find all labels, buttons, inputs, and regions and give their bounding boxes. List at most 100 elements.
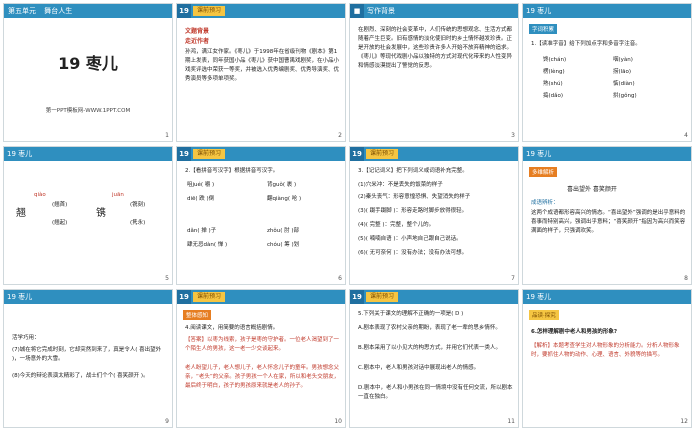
lesson-num: 19 <box>350 147 364 161</box>
lesson-num: 19 <box>177 4 191 18</box>
slide-5-header: 19 枣儿 <box>4 147 172 161</box>
lesson-num: 19 <box>177 290 191 304</box>
item: chóu( 筹 )划 <box>267 242 300 248</box>
header-title: 19 枣儿 <box>526 7 552 15</box>
page-number: 8 <box>684 275 688 282</box>
question-text: 3.【记记词义】把下列词义或词语补充完整。 <box>358 168 468 174</box>
page-number: 2 <box>338 132 342 139</box>
section-tag: 课前预习 <box>193 292 226 302</box>
slide-5[interactable]: 19 枣儿 qiào 翘 (翘首) (翘起) juān 镌 (镌刻) (隽永) … <box>3 146 173 285</box>
section-tag: 课前预习 <box>366 149 399 159</box>
item: 楞(lèng) <box>543 69 565 75</box>
item: 翻qiàng( 呛 ) <box>267 196 302 202</box>
page-number: 3 <box>511 132 515 139</box>
slide-10[interactable]: 19 课前预习 整体感知 4.阅读课文，用简要的语言概括剧情。 【答案】以枣为线… <box>176 289 346 428</box>
item: diē( 跌 )倒 <box>187 196 215 202</box>
item: 咀jué( 嚼 ) <box>187 182 215 188</box>
item: (3)( 蹑手蹑脚 )：形容走路时脚步放得很轻。 <box>358 208 468 214</box>
author-text: 孙鸿，满江女作家。《枣儿》于1998年在省级刊物《剧本》第1期上发表，同年获国小… <box>185 49 340 82</box>
slide-12[interactable]: 19 枣儿 品读·探究 6.怎样理解剧中老人和男孩的形象? 【解析】本题考查学生… <box>522 289 692 428</box>
section-tag: 课前预习 <box>366 292 399 302</box>
page-number: 12 <box>680 418 688 425</box>
option-b: B.剧本采用了以小见大的构思方式，并用它们代表一类人。 <box>358 345 502 351</box>
section-badge: 整体感知 <box>183 310 212 320</box>
slide-9[interactable]: 19 枣儿 活学巧用： (7)城在将它完成时刻，它却突然到来了，真是令人( 喜出… <box>3 289 173 428</box>
word: (隽永) <box>130 220 146 226</box>
slide-4-header: 19 枣儿 <box>523 4 691 18</box>
section-tag: 课前预习 <box>193 149 226 159</box>
word: (镌刻) <box>130 202 146 208</box>
page-number: 1 <box>165 132 169 139</box>
analysis-label: 成语辨析： <box>531 200 559 206</box>
page-number: 4 <box>684 132 688 139</box>
section-title: 文题背景 <box>185 28 210 35</box>
item: zhǒu( 肘 )部 <box>267 228 300 234</box>
section-badge: 多维解析 <box>529 167 558 177</box>
item: 熟(shú) <box>543 81 563 87</box>
word: (翘起) <box>52 220 68 226</box>
background-text: 在剧烈、深刻的社会变革中，人们传统的思想观念、生活方式都随着产生巨变。旧有感情的… <box>358 27 513 69</box>
item: 惦(diàn) <box>613 81 635 87</box>
header-title: 写作背景 <box>367 7 395 15</box>
item: dǎn( 掸 )子 <box>187 228 217 234</box>
slide-3[interactable]: ■ 写作背景 在剧烈、深刻的社会变革中，人们传统的思想观念、生活方式都随着产生巨变… <box>349 3 519 142</box>
subsection-title: 走近作者 <box>185 38 210 45</box>
header-title: 19 枣儿 <box>7 293 33 301</box>
slide-11[interactable]: 19 课前预习 5.下列关于课文的理解不正确的一项是( D ) A.剧本表现了农… <box>349 289 519 428</box>
slide-1-header: 第五单元 舞台人生 <box>4 4 172 18</box>
item: 肆无忌dàn( 惮 ) <box>187 242 228 248</box>
slide-4[interactable]: 19 枣儿 字词积累 1.【读准字音】给下列加点字和多音字注音。 馋(chán)… <box>522 3 692 142</box>
question-text: 4.阅读课文，用简要的语言概括剧情。 <box>185 325 279 331</box>
slide-8-header: 19 枣儿 <box>523 147 691 161</box>
section-tag: 课前预习 <box>193 6 226 16</box>
answer-text: 【答案】以枣为线索，孩子是枣的守护者。一位老人渴望到了一个陌生人的男孩，这一老一… <box>185 337 340 352</box>
item: (4)( 完整 )：完整，整个儿的。 <box>358 222 435 228</box>
slide-12-header: 19 枣儿 <box>523 290 691 304</box>
unit-label: 第五单元 <box>8 7 36 15</box>
footer-text: 第一PPT模板网-WWW.1PPT.COM <box>45 108 131 114</box>
analysis-text: 这两个成语都形容高兴的情态。“喜出望外”强调的是出乎意料的喜事而特别高兴，强调出… <box>531 210 686 234</box>
slide-2[interactable]: 19 课前预习 文题背景 走近作者 孙鸿，满江女作家。《枣儿》于1998年在省级… <box>176 3 346 142</box>
section-badge: 字词积累 <box>529 24 558 34</box>
slide-6[interactable]: 19 课前预习 2.【看拼音写汉字】根据拼音写汉字。 咀jué( 嚼 ) 背gu… <box>176 146 346 285</box>
item: (2)秦头丧气：形容意惶恐惧、失望消失的样子 <box>358 194 471 200</box>
option-c: C.剧本中，老人和男孩对话中展现出老人的情感。 <box>358 365 480 371</box>
practice-label: 活学巧用： <box>12 335 40 341</box>
char: 翘 <box>16 208 26 219</box>
item: (8)今天的辩论表演太精彩了，战士们个个( 喜笑颜开 )。 <box>12 373 149 379</box>
section-badge: 品读·探究 <box>529 310 559 320</box>
item: (6)( 无可奈何 )：没有办法；没有办法可想。 <box>358 250 468 256</box>
lesson-title: 19 枣儿 <box>58 54 118 73</box>
question-text: 6.怎样理解剧中老人和男孩的形象? <box>531 329 618 335</box>
item: (5)( 喃喃自语 )：小声地自己跟自己说话。 <box>358 236 462 242</box>
option-a: A.剧本表现了农村父亲的期盼，表现了老一辈的思乡情怀。 <box>358 325 501 331</box>
slide-1[interactable]: 第五单元 舞台人生 19 枣儿 第一PPT模板网-WWW.1PPT.COM 1 <box>3 3 173 142</box>
lesson-num: 19 <box>177 147 191 161</box>
char: 镌 <box>96 208 106 219</box>
slide-grid: 第五单元 舞台人生 19 枣儿 第一PPT模板网-WWW.1PPT.COM 1 … <box>0 0 700 431</box>
pinyin: juān <box>112 192 124 198</box>
item: 捣(dǎo) <box>543 93 564 99</box>
header-title: 19 枣儿 <box>526 293 552 301</box>
slide-8[interactable]: 19 枣儿 多维解析 喜出望外 喜笑颜开 成语辨析： 这两个成语都形容高兴的情态… <box>522 146 692 285</box>
question-text: 1.【读准字音】给下列加点字和多音字注音。 <box>531 41 641 47</box>
topic-label: 舞台人生 <box>44 7 73 15</box>
word: (翘首) <box>52 202 68 208</box>
lesson-num: 19 <box>350 290 364 304</box>
question-text: 2.【看拼音写汉字】根据拼音写汉字。 <box>185 168 279 174</box>
item: (7)城在将它完成时刻，它却突然到来了，真是令人( 喜出望外 )，一场意外的大雪… <box>12 347 162 362</box>
page-number: 7 <box>511 275 515 282</box>
header-title: 19 枣儿 <box>7 150 33 158</box>
slide-9-header: 19 枣儿 <box>4 290 172 304</box>
page-number: 11 <box>507 418 515 425</box>
page-number: 9 <box>165 418 169 425</box>
slide-3-header: ■ 写作背景 <box>350 4 518 18</box>
idiom-heading: 喜出望外 喜笑颜开 <box>567 186 617 193</box>
slide-7[interactable]: 19 课前预习 3.【记记词义】把下列词义或词语补充完整。 (1)穴米冲：不是丢… <box>349 146 519 285</box>
pinyin: qiào <box>34 192 46 198</box>
item: (1)穴米冲：不是丢失的饭菜的样子 <box>358 182 443 188</box>
answer-body: 老人盼望儿子，老人想儿子，老人怀念儿子的童年。男孩想念父亲，“老头”的父亲。孩子… <box>185 365 340 389</box>
page-number: 5 <box>165 275 169 282</box>
question-text: 5.下列关于课文的理解不正确的一项是( D ) <box>358 311 464 317</box>
page-number: 10 <box>334 418 342 425</box>
